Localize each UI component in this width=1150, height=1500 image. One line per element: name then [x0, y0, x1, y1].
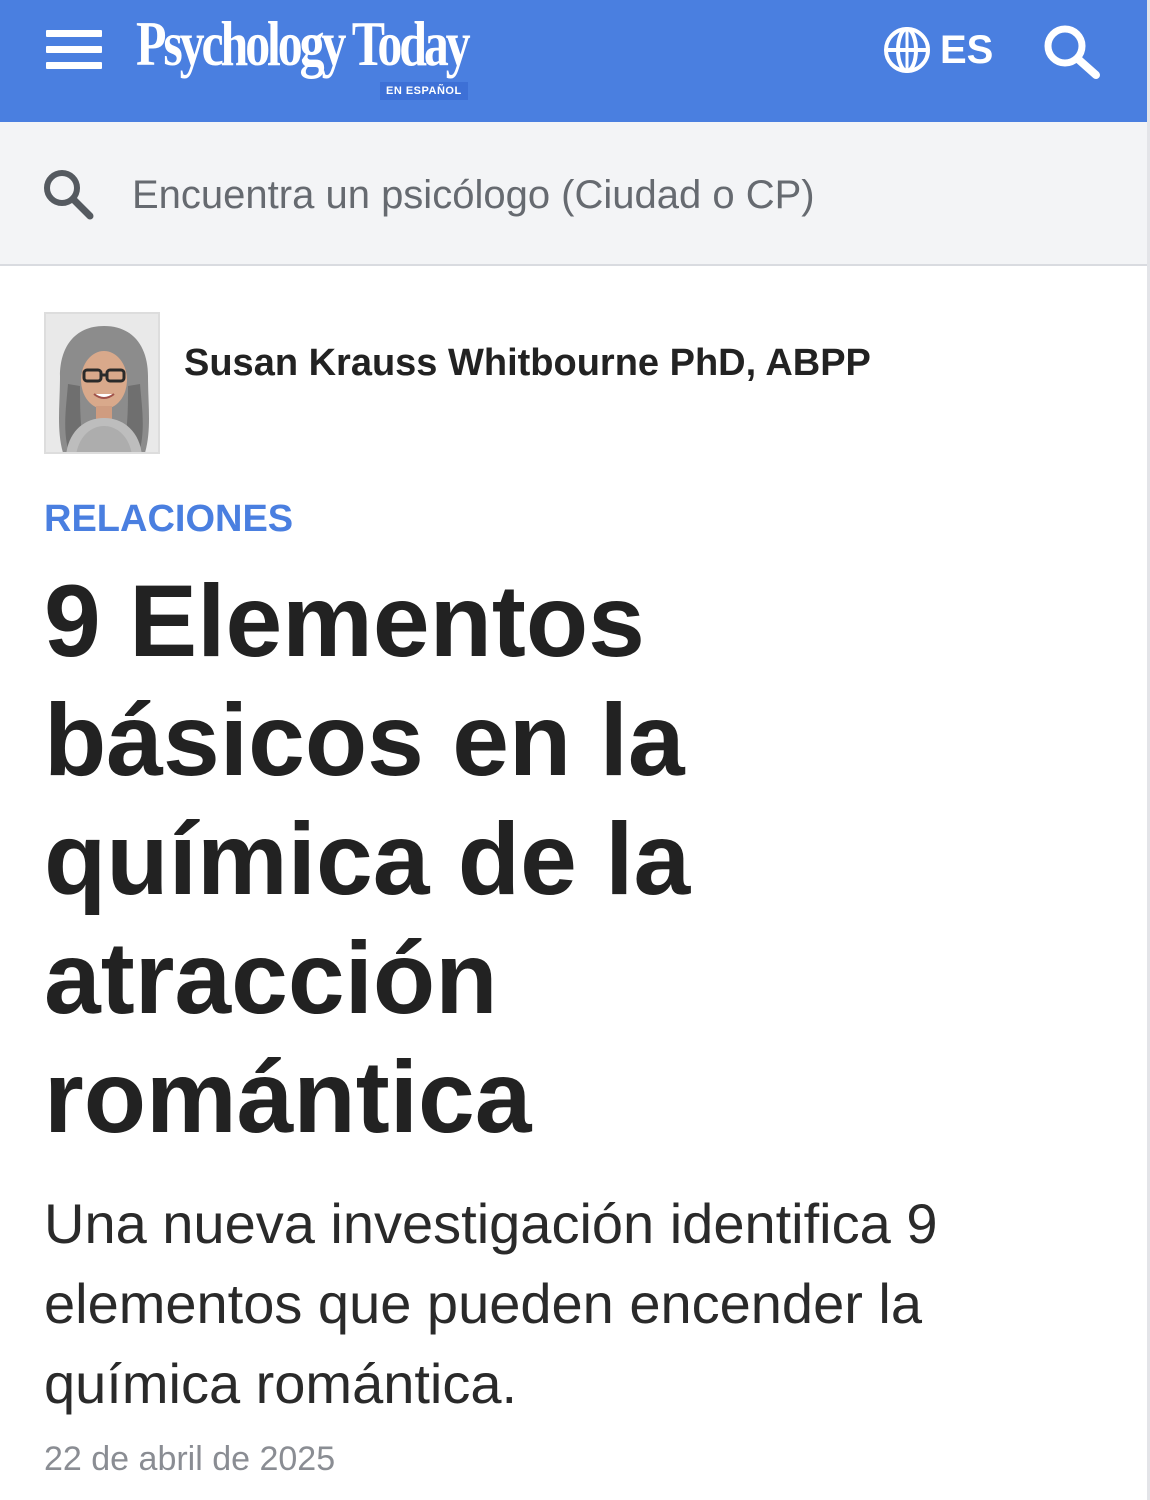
author-photo	[46, 314, 158, 452]
site-logo[interactable]: Psychology Today EN ESPAÑOL	[136, 4, 508, 108]
site-header: Psychology Today EN ESPAÑOL ES	[0, 0, 1148, 122]
therapist-search-input[interactable]	[120, 160, 1100, 230]
search-icon	[1044, 25, 1100, 79]
category-link[interactable]: RELACIONES	[44, 498, 293, 541]
author-avatar[interactable]	[44, 312, 160, 454]
logo-edition-badge: EN ESPAÑOL	[380, 82, 468, 100]
publish-date: 22 de abril de 2025	[44, 1440, 336, 1478]
author-name[interactable]: Susan Krauss Whitbourne PhD, ABPP	[184, 342, 871, 385]
hamburger-menu-icon[interactable]	[42, 26, 104, 72]
article-subtitle: Una nueva investigación identifica 9 ele…	[44, 1192, 938, 1415]
logo-wordmark: Psychology Today	[136, 8, 471, 79]
therapist-finder-bar	[0, 122, 1148, 266]
search-icon	[44, 170, 94, 220]
language-label: ES	[940, 28, 994, 72]
globe-icon	[884, 27, 930, 73]
language-selector[interactable]: ES	[882, 24, 993, 76]
header-search-button[interactable]	[1040, 22, 1102, 80]
article-title: 9 Elementos básicos en la química de la …	[44, 564, 691, 1154]
